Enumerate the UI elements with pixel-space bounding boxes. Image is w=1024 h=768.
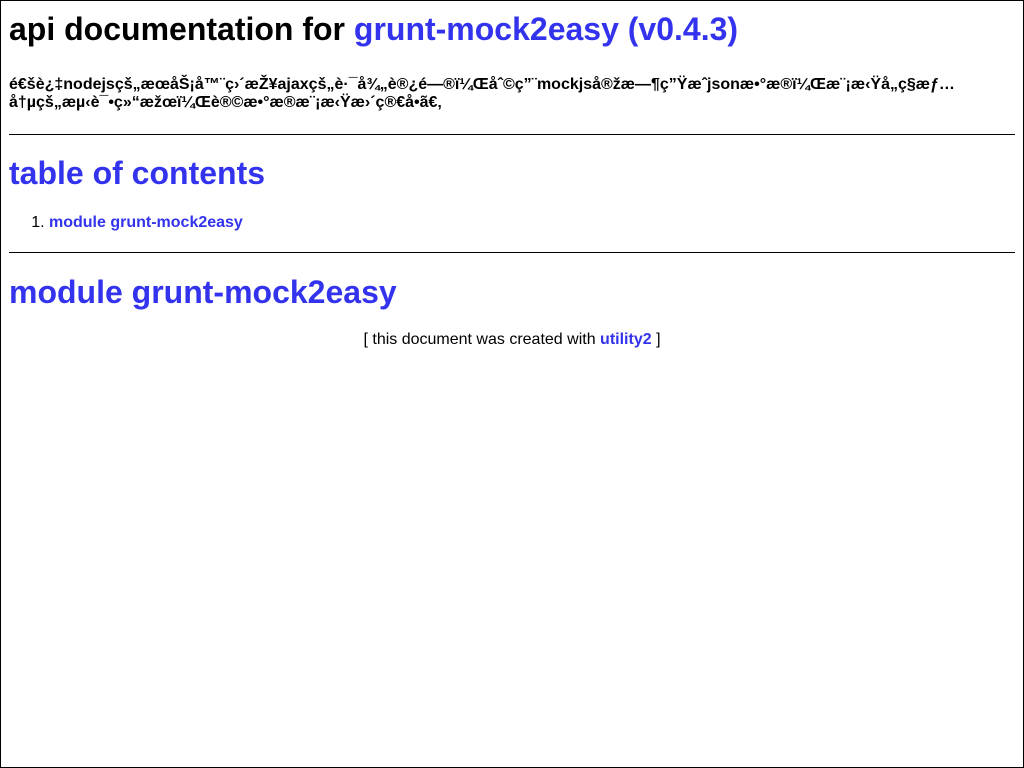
footer: [ this document was created with utility…: [9, 330, 1015, 350]
page-title: api documentation for grunt-mock2easy (v…: [9, 1, 1015, 47]
footer-suffix: ]: [656, 331, 661, 348]
divider: [9, 134, 1015, 135]
footer-prefix: [ this document was created with: [363, 331, 596, 348]
module-heading-link[interactable]: module grunt-mock2easy: [9, 274, 397, 310]
toc-item-link[interactable]: module grunt-mock2easy: [49, 214, 243, 231]
toc-list: module grunt-mock2easy: [9, 214, 1015, 232]
page-container: api documentation for grunt-mock2easy (v…: [9, 1, 1015, 350]
title-prefix: api documentation for: [9, 11, 345, 47]
utility2-link[interactable]: utility2: [600, 331, 652, 348]
package-description: é€šè¿‡nodejsçš„æœåŠ¡å™¨ç›´æŽ¥ajaxçš„è·¯å…: [9, 76, 955, 111]
toc-heading[interactable]: table of contents: [9, 155, 1015, 191]
module-heading[interactable]: module grunt-mock2easy: [9, 274, 1015, 310]
document-body: { "header": { "title_prefix": "api docum…: [0, 0, 1024, 768]
package-link[interactable]: grunt-mock2easy (v0.4.3): [354, 11, 738, 47]
divider: [9, 252, 1015, 253]
toc-item: module grunt-mock2easy: [49, 214, 1015, 232]
toc-heading-link[interactable]: table of contents: [9, 155, 265, 191]
